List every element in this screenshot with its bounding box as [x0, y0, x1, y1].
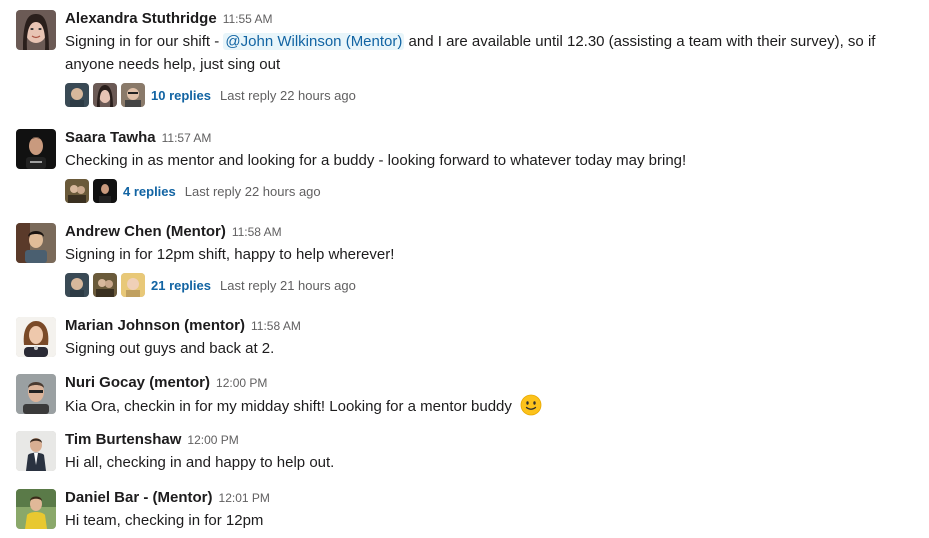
- replies-link[interactable]: 4 replies: [123, 184, 176, 199]
- avatar-daniel-bar[interactable]: [16, 489, 56, 529]
- thread-summary[interactable]: 10 replies Last reply 22 hours ago: [65, 82, 913, 108]
- thread-participant-avatar: [65, 83, 89, 107]
- slightly-smiling-face-icon: [520, 394, 542, 416]
- thread-summary[interactable]: 21 replies Last reply 21 hours ago: [65, 272, 913, 298]
- thread-participant-avatar: [93, 83, 117, 107]
- thread-participant-avatar: [65, 273, 89, 297]
- thread-participant-avatar: [121, 273, 145, 297]
- message-feed: Alexandra Stuthridge 11:55 AM Signing in …: [0, 0, 929, 538]
- message-text: Checking in as mentor and looking for a …: [65, 152, 687, 169]
- timestamp[interactable]: 12:00 PM: [216, 376, 267, 390]
- avatar-nuri-gocay[interactable]: [16, 374, 56, 414]
- author-name[interactable]: Nuri Gocay (mentor): [65, 374, 210, 391]
- message-text-part: Kia Ora, checkin in for my midday shift!…: [65, 398, 512, 415]
- avatar-image: [16, 317, 56, 357]
- last-reply-time: Last reply 22 hours ago: [184, 183, 321, 199]
- replies-link[interactable]: 10 replies: [151, 88, 211, 103]
- avatar-andrew-chen[interactable]: [16, 223, 56, 263]
- timestamp[interactable]: 11:55 AM: [223, 12, 273, 26]
- avatar-image: [16, 223, 56, 263]
- avatar-marian-johnson[interactable]: [16, 317, 56, 357]
- timestamp[interactable]: 12:00 PM: [187, 433, 238, 447]
- message-text: Signing in for our shift - @John Wilkins…: [65, 30, 915, 76]
- avatar-image: [16, 374, 56, 414]
- timestamp[interactable]: 12:01 PM: [219, 491, 270, 505]
- thread-participant-avatar: [93, 179, 117, 203]
- author-name[interactable]: Andrew Chen (Mentor): [65, 223, 226, 240]
- message-text: Signing out guys and back at 2.: [65, 340, 275, 357]
- avatar-image: [16, 129, 56, 169]
- last-reply-time: Last reply 22 hours ago: [220, 87, 356, 103]
- thread-participant-avatar: [121, 83, 145, 107]
- avatar-alexandra-stuthridge[interactable]: [16, 10, 56, 50]
- message-text: Signing in for 12pm shift, happy to help…: [65, 246, 395, 263]
- thread-summary[interactable]: 4 replies Last reply 22 hours ago: [65, 178, 913, 204]
- avatar-saara-tawha[interactable]: [16, 129, 56, 169]
- avatar-image: [16, 489, 56, 529]
- message-text: Hi team, checking in for 12pm: [65, 512, 264, 529]
- message-text-part: Signing in for our shift -: [65, 33, 224, 50]
- timestamp[interactable]: 11:57 AM: [162, 131, 212, 145]
- avatar-tim-burtenshaw[interactable]: [16, 431, 56, 471]
- author-name[interactable]: Saara Tawha: [65, 129, 156, 146]
- avatar-image: [16, 431, 56, 471]
- timestamp[interactable]: 11:58 AM: [251, 319, 301, 333]
- last-reply-time: Last reply 21 hours ago: [220, 277, 356, 293]
- avatar-image: [16, 10, 56, 50]
- message-text: Hi all, checking in and happy to help ou…: [65, 454, 335, 471]
- user-mention[interactable]: @John Wilkinson (Mentor): [223, 33, 405, 50]
- thread-participant-avatar: [93, 273, 117, 297]
- author-name[interactable]: Marian Johnson (mentor): [65, 317, 245, 334]
- timestamp[interactable]: 11:58 AM: [232, 225, 282, 239]
- author-name[interactable]: Tim Burtenshaw: [65, 431, 181, 448]
- author-name[interactable]: Alexandra Stuthridge: [65, 10, 217, 27]
- thread-participant-avatar: [65, 179, 89, 203]
- author-name[interactable]: Daniel Bar - (Mentor): [65, 489, 213, 506]
- message-text: Kia Ora, checkin in for my midday shift!…: [65, 394, 913, 418]
- replies-link[interactable]: 21 replies: [151, 278, 211, 293]
